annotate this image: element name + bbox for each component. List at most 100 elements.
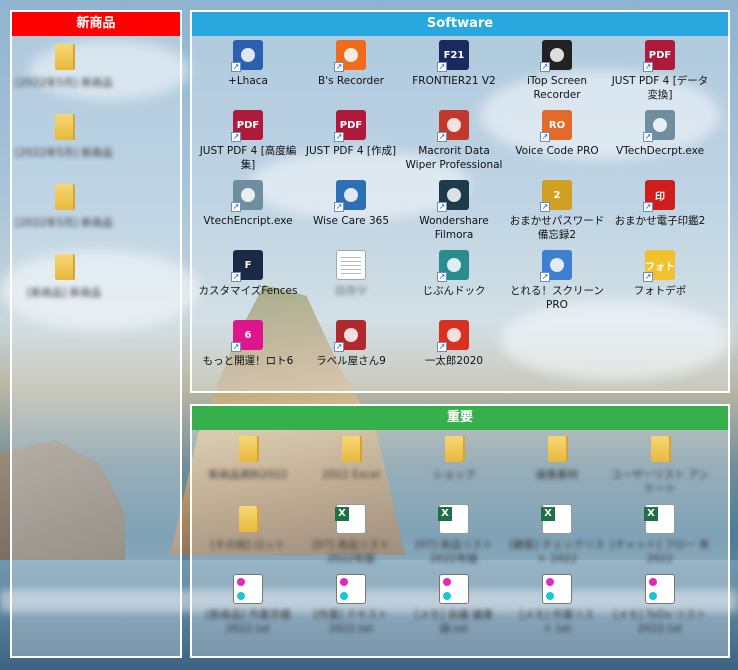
shortcut-label: JUST PDF 4 [データ変換] [611,75,709,101]
shortcut-label: [作業] テキスト 2022.txt [313,609,389,635]
desktop-shortcut[interactable]: ユーザーリスト アンケート [608,434,712,496]
shortcut-arrow-icon: ↗ [643,62,653,72]
folder-icon [49,182,79,212]
desktop-shortcut[interactable]: PDF ↗ JUST PDF 4 [作成] [299,110,403,158]
key-icon: ↗ [231,180,263,212]
desktop-shortcut[interactable]: [その他] ロット [196,504,300,552]
desktop-shortcut[interactable]: 画像素材 [505,434,609,482]
desktop-shortcut[interactable]: ロカツ [299,250,403,298]
frontier21-icon: F21 ↗ [437,40,469,72]
fence-new-products[interactable]: 新商品 [2022年5月] 新商品 [2022年5月] 新商品 [2022年5月] … [10,10,182,658]
desktop-shortcut[interactable]: [新商品] 新商品 [12,252,116,300]
desktop-shortcut[interactable]: ↗ ラベル屋さん9 [299,320,403,368]
shortcut-arrow-icon: ↗ [231,62,241,72]
desktop-shortcut[interactable]: ↗ Wise Care 365 [299,180,403,228]
shortcut-arrow-icon: ↗ [231,272,241,282]
desktop-shortcut[interactable]: ↗ VTechDecrpt.exe [608,110,712,158]
desktop-shortcut[interactable]: ↗ じぶんドック [402,250,506,298]
e-seal-icon: 印 ↗ [643,180,675,212]
shortcut-label: [07] 商品リスト 2022年版 [312,539,390,565]
desktop-shortcut[interactable]: 新商品資料2022 [196,434,300,482]
fence-new-products-title[interactable]: 新商品 [12,12,180,36]
shortcut-label: JUST PDF 4 [作成] [305,145,397,157]
desktop-shortcut[interactable]: ↗ とれる！スクリーンPRO [505,250,609,312]
desktop-shortcut[interactable]: PDF ↗ JUST PDF 4 [データ変換] [608,40,712,102]
desktop-shortcut[interactable]: [2022年5月] 新商品 [12,182,116,230]
fence-important[interactable]: 重要 新商品資料2022 2022 Excel ショップ 画像素材 ユーザーリスト アン… [190,404,730,658]
key-icon: ↗ [643,110,675,142]
shortcut-label: じぶんドック [422,285,486,297]
desktop-shortcut[interactable]: フォト ↗ フォトデポ [608,250,712,298]
shortcut-label: iTop Screen Recorder [526,75,588,101]
shortcut-arrow-icon: ↗ [231,132,241,142]
shortcut-label: [2022年5月] 新商品 [15,147,113,159]
macrorit-wiper-icon: ↗ [437,110,469,142]
shortcut-label: VtechEncript.exe [203,215,293,227]
desktop-shortcut[interactable]: [メモ] 作業リスト.txt [505,574,609,636]
shortcut-label: Wise Care 365 [312,215,390,227]
shortcut-label: ショップ [433,469,475,481]
desktop-shortcut[interactable]: RO ↗ Voice Code PRO [505,110,609,158]
shortcut-label: Wondershare Filmora [419,215,489,241]
desktop-shortcut[interactable]: [作業] テキスト 2022.txt [299,574,403,636]
shortcut-label: とれる！スクリーンPRO [510,285,604,311]
shortcut-label: [その他] ロット [210,539,286,551]
desktop-shortcut[interactable]: ↗ Macrorit Data Wiper Professional [402,110,506,172]
just-pdf-create-icon: PDF ↗ [334,110,366,142]
shortcut-label: ユーザーリスト アンケート [611,469,709,495]
password-memo-icon: 2 ↗ [540,180,572,212]
fence-important-grid: 新商品資料2022 2022 Excel ショップ 画像素材 ユーザーリスト アンケート… [192,432,728,656]
folder-icon [336,434,366,464]
ichitaro-icon: ↗ [437,320,469,352]
shortcut-label: もっと開運！ロト6 [202,355,294,367]
shortcut-arrow-icon: ↗ [437,202,447,212]
desktop-shortcut[interactable]: ↗ iTop Screen Recorder [505,40,609,102]
photo-depo-icon: フォト ↗ [643,250,675,282]
shortcut-label: おまかせパスワード備忘録2 [509,215,605,241]
desktop-shortcut[interactable]: ↗ VtechEncript.exe [196,180,300,228]
desktop-shortcut[interactable]: ショップ [402,434,506,482]
desktop-shortcut[interactable]: [2022年5月] 新商品 [12,112,116,160]
desktop-shortcut[interactable]: ↗ +Lhaca [196,40,300,88]
desktop-shortcut[interactable]: 印 ↗ おまかせ電子印鑑2 [608,180,712,228]
desktop-shortcut[interactable]: F21 ↗ FRONTIER21 V2 [402,40,506,88]
shortcut-label: [メモ] 会議 議事録.txt [415,609,493,635]
desktop-shortcut[interactable]: [07] 商品リスト 2022年版 [402,504,506,566]
shortcut-arrow-icon: ↗ [231,202,241,212]
fence-software-title[interactable]: Software [192,12,728,36]
shortcut-label: Voice Code PRO [515,145,599,157]
desktop-shortcut[interactable]: ↗ Wondershare Filmora [402,180,506,242]
desktop-shortcut[interactable]: [新商品] 作業手順 2022.txt [196,574,300,636]
desktop-shortcut[interactable]: [メモ] 会議 議事録.txt [402,574,506,636]
desktop-shortcut[interactable]: [顧客] チェックリスト 2022 [505,504,609,566]
notepad-icon [233,574,263,604]
fence-new-products-grid: [2022年5月] 新商品 [2022年5月] 新商品 [2022年5月] 新商品 [… [12,38,180,656]
itop-screen-recorder-icon: ↗ [540,40,572,72]
desktop-shortcut[interactable]: [メモ] ToDo リスト 2022.txt [608,574,712,636]
folder-icon [49,252,79,282]
shortcut-label: FRONTIER21 V2 [412,75,496,87]
desktop-shortcut[interactable]: [2022年5月] 新商品 [12,42,116,90]
desktop-shortcut[interactable]: ↗ B's Recorder [299,40,403,88]
desktop-shortcut[interactable]: [07] 商品リスト 2022年版 [299,504,403,566]
folder-icon [233,504,263,534]
desktop-shortcut[interactable]: 2022 Excel [299,434,403,482]
shortcut-label: ロカツ [335,285,367,297]
desktop-shortcut[interactable]: PDF ↗ JUST PDF 4 [高度編集] [196,110,300,172]
fence-software[interactable]: Software ↗ +Lhaca ↗ B's Recorder F21 ↗ FRONTIE… [190,10,730,393]
shortcut-label: [07] 商品リスト 2022年版 [415,539,493,565]
desktop-shortcut[interactable]: F ↗ カスタマイズFences [196,250,300,298]
lhaca-icon: ↗ [231,40,263,72]
folder-icon [49,42,79,72]
fence-important-title[interactable]: 重要 [192,406,728,430]
desktop-shortcut[interactable]: [チャット] フロー 表 2022 [608,504,712,566]
desktop-shortcut[interactable]: ↗ 一太郎2020 [402,320,506,368]
filmora-icon: ↗ [437,180,469,212]
desktop-shortcut[interactable]: 6 ↗ もっと開運！ロト6 [196,320,300,368]
fences-icon: F ↗ [231,250,263,282]
wise-care-icon: ↗ [334,180,366,212]
desktop-shortcut[interactable]: 2 ↗ おまかせパスワード備忘録2 [505,180,609,242]
jibun-dock-icon: ↗ [437,250,469,282]
notepad-icon [645,574,675,604]
shortcut-label: +Lhaca [228,75,268,87]
